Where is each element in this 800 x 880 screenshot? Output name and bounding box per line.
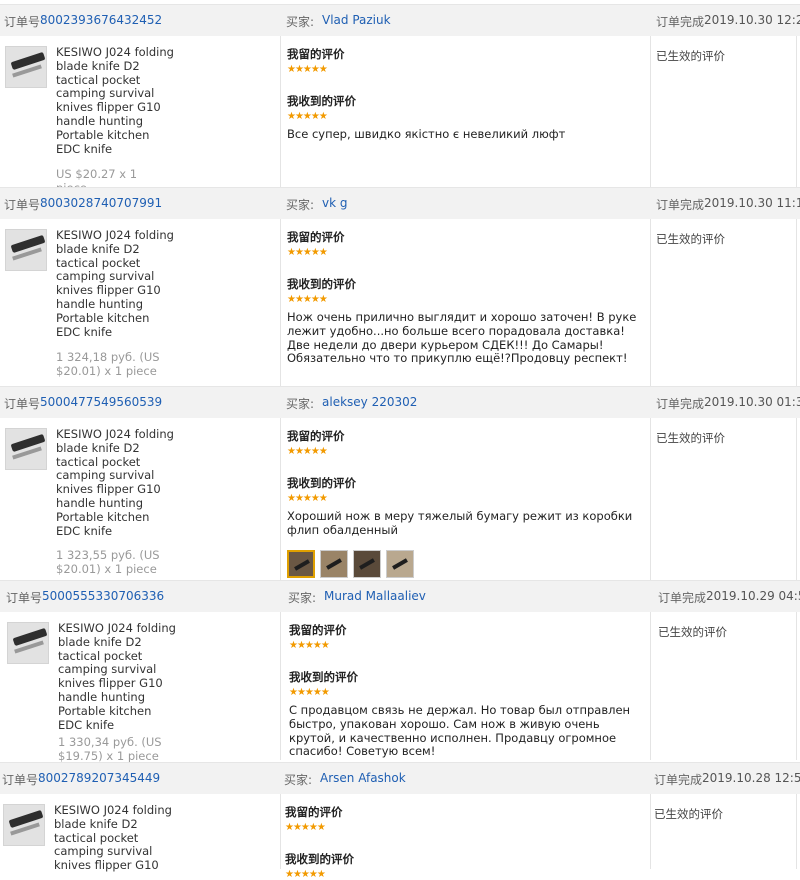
order-body: KESIWO J024 folding blade knife D2 tacti… [0,612,800,763]
order-header: 订单号 8003028740707991 买家: vk g 订单完成 2019.… [0,187,800,219]
buyer-link[interactable]: Arsen Afashok [320,771,406,785]
feedback-status: 已生效的评价 [656,232,725,246]
buyer-link[interactable]: Vlad Paziuk [322,13,391,27]
feedback-received-label: 我收到的评价 [287,94,356,108]
product-price: 1 323,55 руб. (US $20.01) x 1 piece [56,548,160,576]
order-number-label: 订单号 [4,15,41,29]
order-number-link[interactable]: 5000477549560539 [40,395,162,409]
feedback-received-label: 我收到的评价 [287,277,356,291]
product-title[interactable]: KESIWO J024 folding blade knife D2 tacti… [56,427,176,538]
buyer-label: 买家: [284,773,313,787]
order-status-label: 订单完成 [656,397,705,411]
order-body: KESIWO J024 folding blade knife D2 tacti… [0,418,800,580]
order-header: 订单号 5000477549560539 买家: aleksey 220302 … [0,386,800,418]
buyer-label: 买家: [286,397,315,411]
feedback-comment: С продавцом связь не держал. Но товар бы… [289,703,631,759]
order-header: 订单号 8002789207345449 买家: Arsen Afashok 订… [0,762,800,794]
order-time: 2019.10.28 12:54 [702,771,800,785]
order-time: 2019.10.30 12:24 [704,13,800,27]
order-number-link[interactable]: 8002789207345449 [38,771,160,785]
product-thumbnail[interactable] [5,46,47,88]
order-number-label: 订单号 [6,591,43,605]
feedback-status: 已生效的评价 [654,807,723,821]
order-number-link[interactable]: 8002393676432452 [40,13,162,27]
review-photos [287,549,647,578]
feedback-status: 已生效的评价 [658,625,727,639]
review-photo[interactable] [386,549,414,578]
feedback-left-label: 我留的评价 [285,805,343,819]
order-status-label: 订单完成 [656,198,705,212]
feedback-section: 我留的评价 ★★★★★ 我收到的评价 ★★★★★ С продавцом свя… [289,622,649,759]
feedback-section: 我留的评价 ★★★★★ 我收到的评价 ★★★★★ Нож очень прили… [287,229,647,366]
order-status-label: 订单完成 [654,773,703,787]
feedback-status: 已生效的评价 [656,49,725,63]
review-photo[interactable] [287,549,315,578]
product-thumbnail[interactable] [7,622,49,664]
product-price: 1 330,34 руб. (US $19.75) x 1 piece [58,735,162,763]
rating-stars: ★★★★★ [285,869,326,880]
feedback-received-label: 我收到的评价 [289,670,358,684]
feedback-status: 已生效的评价 [656,431,725,445]
order-block: 订单号 8002393676432452 买家: Vlad Paziuk 订单完… [0,4,800,195]
order-header: 订单号 8002393676432452 买家: Vlad Paziuk 订单完… [0,4,800,36]
feedback-left-label: 我留的评价 [287,230,345,244]
order-number-label: 订单号 [4,198,41,212]
product-thumbnail[interactable] [3,804,45,846]
review-photo[interactable] [320,549,348,578]
rating-stars: ★★★★★ [289,640,330,651]
rating-stars: ★★★★★ [287,111,328,122]
order-time: 2019.10.30 01:36 [704,395,800,409]
buyer-label: 买家: [288,591,317,605]
rating-stars: ★★★★★ [287,247,328,258]
feedback-section: 我留的评价 ★★★★★ 我收到的评价 ★★★★★ Все супер, швид… [287,46,647,142]
product-title[interactable]: KESIWO J024 folding blade knife D2 tacti… [54,803,174,873]
order-body: KESIWO J024 folding blade knife D2 tacti… [0,794,800,880]
rating-stars: ★★★★★ [287,446,328,457]
buyer-label: 买家: [286,198,315,212]
order-header: 订单号 5000555330706336 买家: Murad Mallaalie… [0,580,800,612]
order-body: KESIWO J024 folding blade knife D2 tacti… [0,36,800,195]
product-title[interactable]: KESIWO J024 folding blade knife D2 tacti… [58,621,178,732]
order-block: 订单号 5000477549560539 买家: aleksey 220302 … [0,386,800,580]
product-title[interactable]: KESIWO J024 folding blade knife D2 tacti… [56,45,176,156]
feedback-received-label: 我收到的评价 [287,476,356,490]
order-block: 订单号 8002789207345449 买家: Arsen Afashok 订… [0,762,800,880]
product-price: 1 324,18 руб. (US $20.01) x 1 piece [56,350,160,378]
buyer-link[interactable]: aleksey 220302 [322,395,417,409]
order-number-link[interactable]: 5000555330706336 [42,589,164,603]
rating-stars: ★★★★★ [289,687,330,698]
product-thumbnail[interactable] [5,428,47,470]
buyer-link[interactable]: vk g [322,196,347,210]
order-time: 2019.10.29 04:50 [706,589,800,603]
feedback-comment: Хороший нож в меру тяжелый бумагу режит … [287,509,633,537]
feedback-left-label: 我留的评价 [287,429,345,443]
feedback-left-label: 我留的评价 [289,623,347,637]
rating-stars: ★★★★★ [287,493,328,504]
rating-stars: ★★★★★ [285,822,326,833]
buyer-link[interactable]: Murad Mallaaliev [324,589,426,603]
feedback-received-label: 我收到的评价 [285,852,354,866]
rating-stars: ★★★★★ [287,294,328,305]
feedback-comment: Нож очень прилично выглядит и хорошо зат… [287,310,637,366]
review-photo[interactable] [353,549,381,578]
order-status-label: 订单完成 [658,591,707,605]
order-number-link[interactable]: 8003028740707991 [40,196,162,210]
feedback-section: 我留的评价 ★★★★★ 我收到的评价 ★★★★★ Хороший нож в м… [287,428,647,578]
buyer-label: 买家: [286,15,315,29]
order-time: 2019.10.30 11:12 [704,196,800,210]
rating-stars: ★★★★★ [287,64,328,75]
feedback-left-label: 我留的评价 [287,47,345,61]
product-thumbnail[interactable] [5,229,47,271]
order-block: 订单号 5000555330706336 买家: Murad Mallaalie… [0,580,800,763]
order-number-label: 订单号 [4,397,41,411]
order-block: 订单号 8003028740707991 买家: vk g 订单完成 2019.… [0,187,800,386]
order-status-label: 订单完成 [656,15,705,29]
feedback-comment: Все супер, швидко якістно є невеликий лю… [287,127,566,141]
product-title[interactable]: KESIWO J024 folding blade knife D2 tacti… [56,228,176,339]
order-body: KESIWO J024 folding blade knife D2 tacti… [0,219,800,386]
order-number-label: 订单号 [2,773,39,787]
